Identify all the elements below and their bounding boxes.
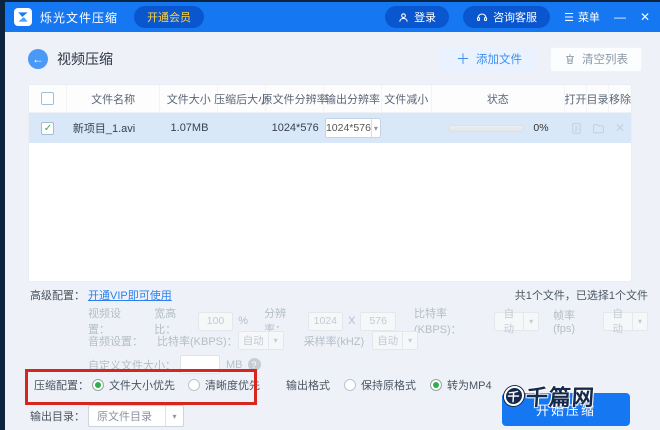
file-name: 新项目_1.avi [72,123,136,135]
chevron-down-icon [402,332,417,349]
row-checkbox[interactable]: ✓ [41,121,55,135]
resolution-height-input[interactable]: 576 [360,311,396,331]
col-open: 打开 [565,85,587,112]
advanced-config-label: 高级配置： [30,290,85,302]
percent-label: % [238,315,249,327]
resolution-x-label: X [348,315,356,327]
vip-button[interactable]: 开通会员 [134,6,205,28]
radio-selected-icon [430,379,442,391]
advanced-config-row: 高级配置： 开通VIP即可使用 共1个文件，已选择1个文件 [30,287,648,303]
page-title: 视频压缩 [57,51,113,67]
col-orig-resolution: 原文件分辨率 [262,85,328,112]
user-icon [399,12,408,22]
document-icon [571,122,581,134]
table-header-row: 文件名称 文件大小 压缩后大小 原文件分辨率 输出分辨率 文件减小 状态 打开 … [29,85,631,113]
app-title: 烁光文件压缩 [40,10,119,25]
file-size: 1.07MB [170,122,209,134]
chevron-down-icon [631,312,647,330]
col-file-name: 文件名称 [67,85,161,112]
header-checkbox-cell [29,85,67,112]
window-border-left [0,0,5,430]
col-reduction: 文件减小 [382,85,432,112]
open-directory-button[interactable] [587,122,609,135]
col-status: 状态 [432,85,565,112]
back-button[interactable]: ← [28,49,48,69]
file-count-summary: 共1个文件，已选择1个文件 [514,290,648,302]
col-directory: 目录 [587,85,609,112]
plus-icon: ＋ [456,51,470,67]
main-content: ← 视频压缩 ＋ 添加文件 清空列表 文件名称 文件大小 压缩后大小 原文件分辨… [0,32,660,430]
login-button[interactable]: 登录 [385,6,450,28]
add-files-button[interactable]: ＋ 添加文件 [440,46,538,72]
coin-icon: 千 [503,386,525,406]
menu-button[interactable]: ☰ 菜单 [564,9,600,25]
remove-file-button[interactable]: ✕ [609,121,631,135]
sample-rate-label: 采样率(kHZ) [303,335,365,348]
video-bitrate-select[interactable]: 自动 [493,308,540,335]
close-button[interactable]: ✕ [640,10,650,24]
radio-unselected-icon [344,379,356,391]
trash-icon [566,54,574,64]
app-logo-icon [14,8,32,26]
select-all-checkbox[interactable] [40,92,54,105]
fps-select[interactable]: 自动 [602,308,648,335]
progress-bar [448,124,525,132]
hamburger-icon: ☰ [564,11,574,24]
minimize-button[interactable]: — [614,10,626,24]
col-remove: 移除 [609,93,631,106]
output-dir-label: 输出目录： [30,411,85,423]
col-file-size: 文件大小 [160,85,219,112]
headset-icon [477,13,488,22]
convert-mp4-radio[interactable]: 转为MP4 [430,377,492,393]
watermark-text: 千篇网 [525,385,596,410]
aspect-ratio-input[interactable]: 100 [197,311,234,331]
audio-bitrate-label: 比特率(KBPS)： [157,335,238,348]
chevron-down-icon [267,332,283,349]
highlight-annotation-box [25,369,257,405]
status-progress: 0% [448,122,549,134]
site-watermark: 千 千篇网 [503,380,596,412]
col-compressed-size: 压缩后大小 [214,85,269,112]
chevron-down-icon [523,312,538,330]
output-dir-select[interactable]: 原文件目录 [88,405,184,427]
audio-bitrate-select[interactable]: 自动 [237,331,284,350]
window-border-top [0,0,660,2]
output-format-label: 输出格式 [286,380,330,392]
sample-rate-select[interactable]: 自动 [372,331,419,350]
keep-format-radio[interactable]: 保持原格式 [344,377,416,393]
clear-list-button[interactable]: 清空列表 [550,46,642,72]
support-button[interactable]: 咨询客服 [463,6,551,28]
chevron-down-icon [370,119,380,137]
resolution-width-input[interactable]: 1024 [307,311,344,331]
col-out-resolution: 输出分辨率 [324,85,382,112]
output-resolution-select[interactable]: 1024*576 [324,118,381,138]
open-file-button[interactable] [565,122,587,135]
table-row[interactable]: ✓ 新项目_1.avi 1.07MB 1024*576 1024*576 0% [29,113,631,143]
progress-percent: 0% [533,122,549,134]
app-window: 烁光文件压缩 开通会员 登录 咨询客服 ☰ 菜单 — ✕ ← 视频压缩 ＋ 添加… [0,0,660,430]
vip-upgrade-link[interactable]: 开通VIP即可使用 [88,287,172,303]
orig-resolution: 1024*576 [271,122,319,134]
chevron-down-icon [165,406,183,426]
audio-settings-row: 音频设置： 比特率(KBPS)： 自动 采样率(kHZ) 自动 [30,331,648,350]
file-table: 文件名称 文件大小 压缩后大小 原文件分辨率 输出分辨率 文件减小 状态 打开 … [28,84,632,282]
table-empty-area [29,143,631,281]
titlebar: 烁光文件压缩 开通会员 登录 咨询客服 ☰ 菜单 — ✕ [0,2,660,32]
folder-icon [592,123,604,133]
audio-settings-label: 音频设置： [88,335,143,348]
